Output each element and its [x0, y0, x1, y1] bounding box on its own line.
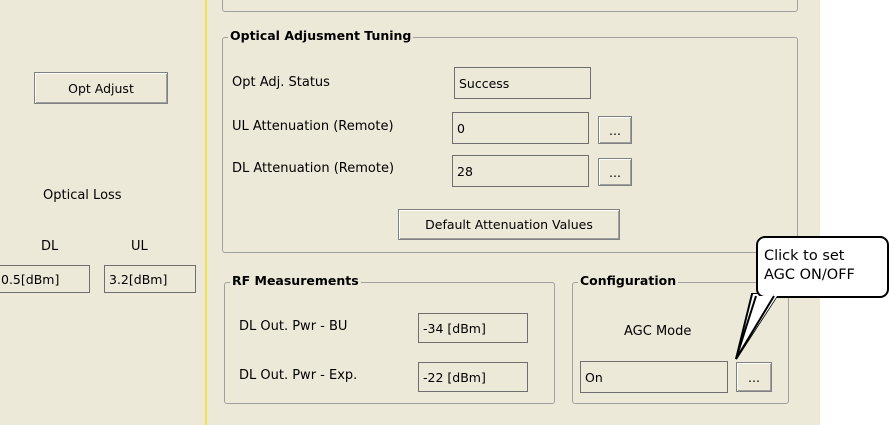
- callout-text: Click to set AGC ON/OFF: [764, 247, 855, 285]
- tuning-group-title: Optical Adjusment Tuning: [228, 28, 414, 43]
- opt-adjust-button[interactable]: Opt Adjust: [34, 72, 168, 104]
- dl-loss-value: 0.5[dBm]: [0, 265, 90, 293]
- agc-mode-value: On: [580, 361, 728, 393]
- left-panel: [0, 0, 206, 425]
- agc-mode-ellipsis-button[interactable]: ...: [736, 362, 772, 392]
- agc-mode-label: AGC Mode: [624, 324, 692, 339]
- configuration-title: Configuration: [578, 273, 679, 288]
- ul-loss-value: 3.2[dBm]: [104, 265, 196, 293]
- ul-attenuation-label: UL Attenuation (Remote): [232, 119, 394, 134]
- dl-out-pwr-exp-value: -22 [dBm]: [418, 362, 528, 392]
- dl-out-pwr-bu-value: -34 [dBm]: [418, 313, 528, 343]
- dl-out-pwr-bu-label: DL Out. Pwr - BU: [239, 319, 348, 334]
- dl-out-pwr-exp-label: DL Out. Pwr - Exp.: [239, 368, 358, 383]
- opt-adj-status-value: Success: [454, 67, 591, 99]
- optical-loss-label: Optical Loss: [43, 188, 122, 203]
- previous-group-box: [222, 0, 798, 12]
- ul-attenuation-ellipsis-button[interactable]: ...: [598, 116, 632, 144]
- default-attenuation-button[interactable]: Default Attenuation Values: [398, 209, 620, 240]
- ul-attenuation-input[interactable]: 0: [452, 112, 589, 144]
- callout-tail-fill: [735, 295, 777, 360]
- callout-line-2: AGC ON/OFF: [764, 267, 855, 283]
- opt-adj-status-label: Opt Adj. Status: [232, 75, 330, 90]
- dl-attenuation-ellipsis-button[interactable]: ...: [598, 158, 632, 186]
- dl-attenuation-input[interactable]: 28: [452, 155, 589, 187]
- callout-line-1: Click to set: [764, 248, 845, 264]
- dl-loss-label: DL: [41, 239, 59, 254]
- rf-measurements-title: RF Measurements: [230, 273, 361, 288]
- panel-divider: [205, 0, 207, 425]
- dl-attenuation-label: DL Attenuation (Remote): [232, 161, 395, 176]
- ul-loss-label: UL: [131, 239, 148, 254]
- background-strip: [820, 0, 889, 425]
